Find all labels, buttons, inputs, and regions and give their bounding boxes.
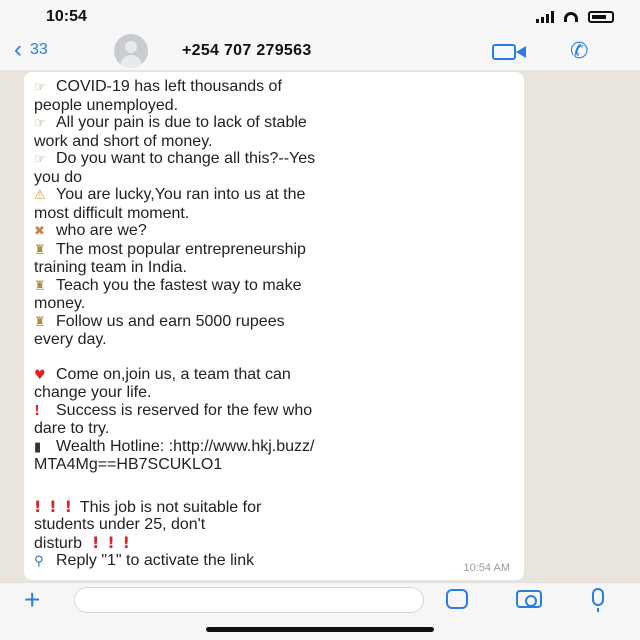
heart-icon: ♥ [34,367,46,383]
message-line: every day. [34,331,107,348]
camera-icon[interactable] [516,590,542,608]
message-line: !!! This job is not suitable for [34,496,262,516]
status-time: 10:54 [46,8,87,25]
status-icons [536,11,614,23]
sticker-icon[interactable] [446,589,468,609]
signal-icon [536,11,554,23]
battery-icon [588,11,614,23]
warning-icon: ⚠ [34,188,46,203]
microphone-icon[interactable] [592,588,604,612]
message-line: ⚠ You are lucky,You ran into us at the [34,186,306,203]
exclamation-icon: ! [107,532,115,552]
message-line: dare to try. [34,420,110,437]
home-indicator[interactable] [206,627,434,632]
chevron-left-icon: ‹ [14,36,22,63]
exclamation-icon: ! [49,496,57,516]
message-line: ♜ Teach you the fastest way to make [34,276,302,294]
message-line: ♜ The most popular entrepreneurship [34,240,306,258]
message-line: people unemployed. [34,96,179,114]
message-line: work and short of money. [34,132,213,150]
money-bag-icon: ♜ [34,278,46,294]
exclamation-icon: ! [122,532,130,552]
message-line: ☞ All your pain is due to lack of stable [34,114,307,131]
input-bar: + [0,582,640,640]
message-line: most difficult moment. [34,204,190,222]
message-line: ☞ COVID-19 has left thousands of [34,78,282,95]
exclamation-icon: ! [64,496,72,516]
message-timestamp: 10:54 AM [463,562,510,574]
unread-count: 33 [30,41,48,58]
avatar[interactable] [114,34,148,68]
exclamation-icon: ! [34,496,42,516]
pointing-hand-icon: ☞ [34,116,46,131]
message-line: ☞ Do you want to change all this?--Yes [34,150,316,167]
message-line: you do [34,168,83,186]
message-line: ♥ Come on,join us, a team that can [34,365,291,383]
cross-mark-icon: ✖ [34,224,45,239]
pointing-hand-icon: ☞ [34,80,46,95]
message-line: ✖ who are we? [34,222,147,239]
exclamation-icon: ! [92,532,100,552]
magnifier-icon: ⚲ [34,554,44,569]
message-line: ▮ Wealth Hotline: :http://www.hkj.buzz/ [34,437,315,455]
message-line: disturb!!! [34,532,130,552]
plus-icon[interactable]: + [24,585,40,615]
video-call-button[interactable] [492,43,528,61]
exclamation-icon: ! [34,403,40,419]
mobile-phone-icon: ▮ [34,439,42,455]
message-line: ⚲ Reply "1" to activate the link [34,552,255,569]
back-button[interactable]: ‹ 33 [14,38,48,62]
message-line: ! Success is reserved for the few who [34,401,313,419]
message-line: students under 25, don't [34,516,206,533]
video-call-icon [492,44,516,60]
wifi-icon [564,12,578,22]
message-line: change your life. [34,384,152,401]
contact-name[interactable]: +254 707 279563 [182,42,312,60]
money-bag-icon: ♜ [34,314,46,330]
message-line: MTA4Mg==HB7SCUKLO1 [34,456,223,473]
chat-header: ‹ 33 +254 707 279563 ✆ [0,34,640,70]
message-input[interactable] [74,587,424,613]
chat-area[interactable]: ☞ COVID-19 has left thousands of people u… [0,70,640,582]
pointing-hand-icon: ☞ [34,152,46,167]
phone-icon[interactable]: ✆ [570,38,588,64]
message-bubble[interactable]: ☞ COVID-19 has left thousands of people u… [24,72,524,580]
status-bar: 10:54 [0,0,640,34]
message-line: training team in India. [34,259,187,276]
message-line: ♜ Follow us and earn 5000 rupees [34,312,285,330]
message-line: money. [34,295,86,312]
money-bag-icon: ♜ [34,242,46,258]
